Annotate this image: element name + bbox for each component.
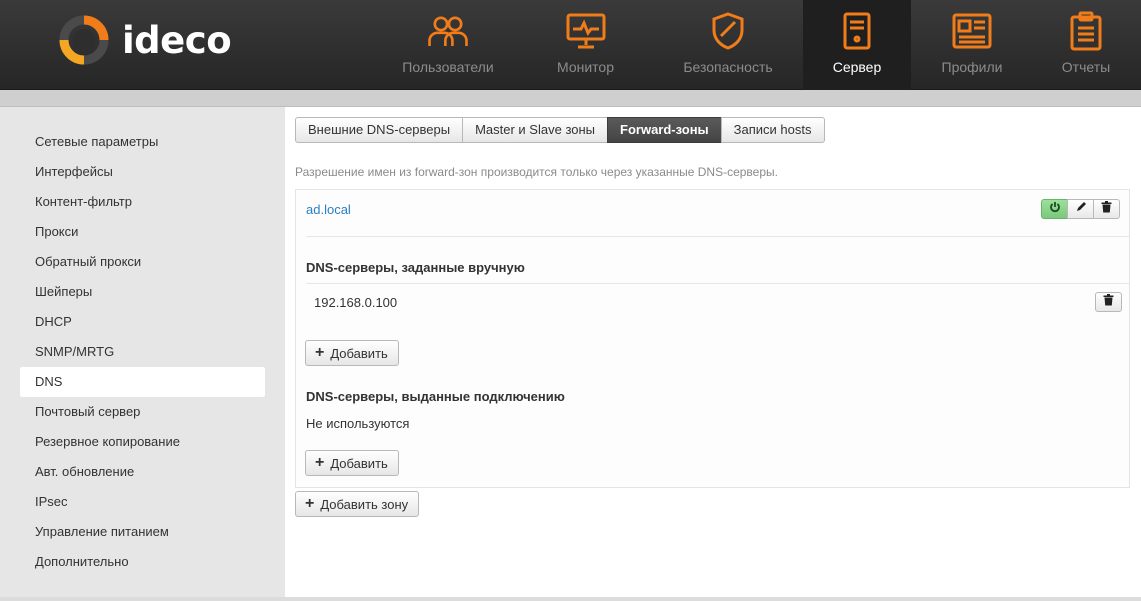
- sidebar-item-backup[interactable]: Резервное копирование: [20, 427, 265, 457]
- logo[interactable]: ideco: [58, 14, 248, 66]
- add-button-label: Добавить: [330, 345, 388, 361]
- top-bar: ideco Пользователи Монитор Безопасность …: [0, 0, 1141, 90]
- main-content: Внешние DNS-серверы Master и Slave зоны …: [285, 107, 1141, 597]
- pencil-icon: [1075, 200, 1087, 218]
- monitor-icon: [564, 11, 608, 51]
- nav-item-server[interactable]: Сервер: [803, 0, 911, 90]
- nav-label: Отчеты: [1061, 59, 1111, 75]
- users-icon: [426, 11, 470, 51]
- manual-dns-server: 192.168.0.100: [314, 295, 398, 310]
- server-icon: [835, 11, 879, 51]
- manual-dns-divider: [306, 283, 1129, 284]
- zone-panel: ad.local DNS-серверы, заданные вручную 1…: [295, 189, 1130, 488]
- brand-name: ideco: [122, 18, 232, 62]
- add-button-label: Добавить: [330, 455, 388, 471]
- sidebar-item-dhcp[interactable]: DHCP: [20, 307, 265, 337]
- conn-dns-status: Не используются: [306, 416, 410, 431]
- main-nav: Пользователи Монитор Безопасность Сервер…: [378, 0, 1139, 90]
- sidebar-item-interfaces[interactable]: Интерфейсы: [20, 157, 265, 187]
- plus-icon: +: [315, 454, 325, 471]
- profile-icon: [950, 11, 994, 51]
- sidebar-item-content-filter[interactable]: Контент-фильтр: [20, 187, 265, 217]
- trash-icon: [1101, 200, 1112, 218]
- sidebar-item-shapers[interactable]: Шейперы: [20, 277, 265, 307]
- tab-forward-zones[interactable]: Forward-зоны: [607, 117, 722, 143]
- nav-label: Пользователи: [402, 59, 494, 75]
- trash-icon: [1103, 293, 1114, 311]
- sidebar-item-ipsec[interactable]: IPsec: [20, 487, 265, 517]
- nav-label: Безопасность: [683, 59, 773, 75]
- add-manual-dns-button[interactable]: + Добавить: [305, 340, 399, 366]
- nav-item-reports[interactable]: Отчеты: [1033, 0, 1139, 90]
- manual-dns-title: DNS-серверы, заданные вручную: [306, 260, 525, 275]
- zone-toolbar: [1041, 199, 1120, 219]
- power-icon: [1049, 200, 1061, 218]
- delete-dns-server-button[interactable]: [1095, 292, 1122, 312]
- header-divider: [0, 90, 1141, 107]
- nav-item-users[interactable]: Пользователи: [378, 0, 518, 90]
- zone-name-link[interactable]: ad.local: [306, 202, 351, 217]
- plus-icon: +: [305, 495, 315, 512]
- sidebar: Сетевые параметры Интерфейсы Контент-фил…: [0, 107, 285, 597]
- sidebar-item-mail[interactable]: Почтовый сервер: [20, 397, 265, 427]
- zone-delete-button[interactable]: [1093, 199, 1120, 219]
- zone-edit-button[interactable]: [1067, 199, 1094, 219]
- sidebar-item-auto-update[interactable]: Авт. обновление: [20, 457, 265, 487]
- nav-item-profiles[interactable]: Профили: [911, 0, 1033, 90]
- sidebar-item-dns[interactable]: DNS: [20, 367, 265, 397]
- sidebar-item-snmp[interactable]: SNMP/MRTG: [20, 337, 265, 367]
- shield-icon: [706, 11, 750, 51]
- zone-power-button[interactable]: [1041, 199, 1068, 219]
- sidebar-item-advanced[interactable]: Дополнительно: [20, 547, 265, 577]
- clipboard-icon: [1064, 11, 1108, 51]
- add-zone-label: Добавить зону: [320, 496, 409, 512]
- nav-item-security[interactable]: Безопасность: [653, 0, 803, 90]
- tab-external-dns[interactable]: Внешние DNS-серверы: [295, 117, 464, 143]
- zone-divider: [306, 236, 1129, 237]
- nav-item-monitor[interactable]: Монитор: [518, 0, 653, 90]
- forward-zones-hint: Разрешение имен из forward-зон производи…: [295, 165, 778, 179]
- add-conn-dns-button[interactable]: + Добавить: [305, 450, 399, 476]
- nav-label: Монитор: [557, 59, 614, 75]
- nav-label: Профили: [941, 59, 1003, 75]
- tab-hosts[interactable]: Записи hosts: [720, 117, 825, 143]
- sidebar-item-network[interactable]: Сетевые параметры: [20, 127, 265, 157]
- sidebar-item-proxy[interactable]: Прокси: [20, 217, 265, 247]
- conn-dns-title: DNS-серверы, выданные подключению: [306, 389, 565, 404]
- nav-label: Сервер: [832, 59, 882, 75]
- logo-mark-icon: [58, 14, 110, 66]
- add-zone-button[interactable]: + Добавить зону: [295, 491, 420, 517]
- plus-icon: +: [315, 344, 325, 361]
- sidebar-item-reverse-proxy[interactable]: Обратный прокси: [20, 247, 265, 277]
- sidebar-item-power[interactable]: Управление питанием: [20, 517, 265, 547]
- tab-master-slave[interactable]: Master и Slave зоны: [462, 117, 609, 143]
- dns-tabs: Внешние DNS-серверы Master и Slave зоны …: [295, 117, 825, 143]
